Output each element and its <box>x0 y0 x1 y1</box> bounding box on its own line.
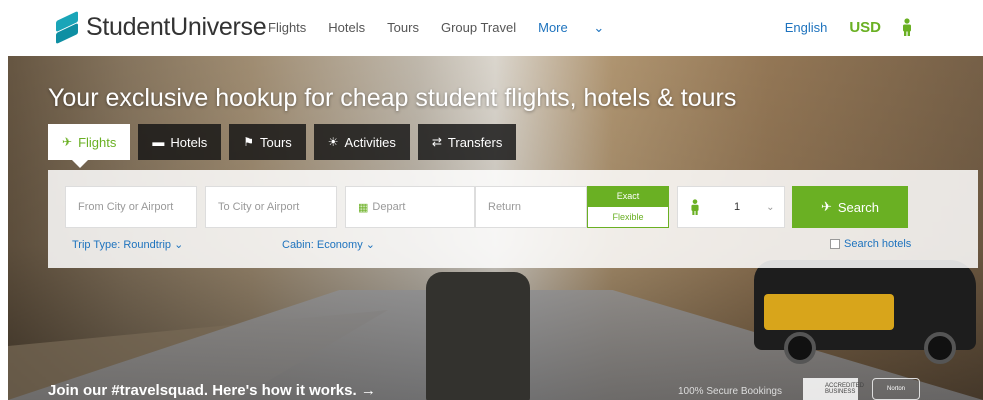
passenger-icon <box>691 199 699 215</box>
sun-icon: ☀ <box>327 135 339 149</box>
from-input[interactable]: From City or Airport <box>65 186 197 228</box>
tab-hotels[interactable]: ▬ Hotels <box>138 124 222 160</box>
trip-type-selector[interactable]: Trip Type: Roundtrip ⌄ <box>72 238 183 251</box>
chevron-down-icon: ⌄ <box>365 239 375 251</box>
flag-icon: ⚑ <box>243 135 254 149</box>
depart-placeholder: Depart <box>372 201 406 213</box>
tab-label: Transfers <box>447 134 503 150</box>
to-input[interactable]: To City or Airport <box>205 186 337 228</box>
tab-tours[interactable]: ⚑ Tours <box>229 124 306 160</box>
search-hotels-option[interactable]: Search hotels <box>830 238 911 250</box>
search-button-label: Search <box>837 199 880 215</box>
language-selector[interactable]: English <box>785 20 828 35</box>
search-hotels-label: Search hotels <box>844 238 912 250</box>
brand-name: StudentUniverse <box>86 12 267 41</box>
plane-icon: ✈ <box>62 135 73 149</box>
plane-icon: ✈ <box>820 199 832 214</box>
taxi-wheel <box>924 332 956 364</box>
tab-transfers[interactable]: ⇄ Transfers <box>417 124 517 160</box>
logo-mark-icon <box>56 12 78 42</box>
nav-item-flights[interactable]: Flights <box>268 20 306 36</box>
return-date-input[interactable]: Return <box>475 186 587 228</box>
secure-bookings-text: 100% Secure Bookings <box>678 386 782 397</box>
nav-item-more[interactable]: More ⌄ <box>538 20 626 36</box>
search-hotels-checkbox[interactable] <box>830 239 840 249</box>
product-tabs: ✈ Flights ▬ Hotels ⚑ Tours ☀ Activities … <box>48 124 517 168</box>
transfer-icon: ⇄ <box>431 135 442 149</box>
exact-dates-toggle[interactable]: Exact <box>587 186 669 206</box>
passenger-selector[interactable]: 1 ⌄ <box>677 186 785 228</box>
currency-selector[interactable]: USD <box>849 19 881 36</box>
cabin-label: Cabin: Economy <box>282 239 363 251</box>
calendar-icon: ▦ <box>358 201 369 214</box>
tab-activities[interactable]: ☀ Activities <box>313 124 410 160</box>
accredited-business-badge: ACCREDITED BUSINESS <box>803 378 864 400</box>
chevron-down-icon: ⌄ <box>593 20 605 35</box>
tab-label: Hotels <box>170 134 208 150</box>
flight-search-panel: From City or Airport To City or Airport … <box>48 170 978 268</box>
travelsquad-link[interactable]: Join our #travelsquad. Here's how it wor… <box>48 382 376 399</box>
hero-taxi-image <box>754 260 976 364</box>
hero-banner: Your exclusive hookup for cheap student … <box>8 56 983 400</box>
nav-item-group-travel[interactable]: Group Travel <box>441 20 516 36</box>
nav-item-hotels[interactable]: Hotels <box>328 20 365 36</box>
cabin-selector[interactable]: Cabin: Economy ⌄ <box>282 238 375 251</box>
tab-label: Flights <box>78 134 117 150</box>
account-icon[interactable] <box>901 18 913 36</box>
tab-flights[interactable]: ✈ Flights <box>48 124 131 168</box>
tab-label: Tours <box>259 134 292 150</box>
hero-headline: Your exclusive hookup for cheap student … <box>48 84 737 112</box>
hero-backpack-image <box>426 272 530 400</box>
taxi-wheel <box>784 332 816 364</box>
trip-type-label: Trip Type: Roundtrip <box>72 239 172 251</box>
chevron-down-icon: ⌄ <box>766 201 775 213</box>
bed-icon: ▬ <box>152 135 165 149</box>
tab-label: Activities <box>344 134 396 150</box>
main-nav: Flights Hotels Tours Group Travel More ⌄ <box>268 20 648 36</box>
more-label: More <box>538 20 568 35</box>
header-right: English USD <box>785 18 913 36</box>
taxi-door <box>764 294 894 330</box>
chevron-down-icon: ⌄ <box>174 239 184 251</box>
norton-badge: Norton <box>872 378 920 400</box>
flexible-dates-toggle[interactable]: Flexible <box>587 206 669 228</box>
top-navigation: StudentUniverse Flights Hotels Tours Gro… <box>0 0 983 56</box>
nav-item-tours[interactable]: Tours <box>387 20 419 36</box>
brand-logo[interactable]: StudentUniverse <box>56 12 267 42</box>
depart-date-input[interactable]: ▦ Depart <box>345 186 475 228</box>
search-button[interactable]: ✈ Search <box>792 186 908 228</box>
passenger-count: 1 <box>734 201 741 213</box>
